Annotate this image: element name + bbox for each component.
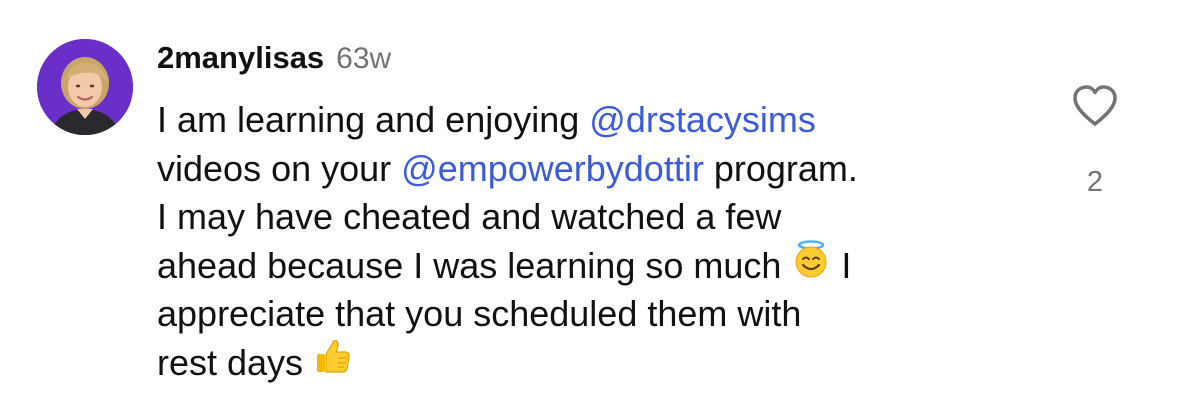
comment-text-segment: appreciate that you scheduled them with <box>157 293 802 334</box>
comment-line: I am learning and enjoying @drstacysims <box>157 96 1037 145</box>
comment-timestamp[interactable]: 63w <box>336 42 391 76</box>
comment-line: ahead because I was learning so much I <box>157 239 1037 292</box>
avatar[interactable] <box>37 39 133 135</box>
comment-text-segment: videos on your <box>157 147 402 189</box>
profile-photo <box>37 39 133 135</box>
mention-link[interactable]: @drstacysims <box>589 99 816 140</box>
comment-text: I am learning and enjoying @drstacysims v… <box>157 96 1037 387</box>
comment-text-segment: I may have cheated and watched a few <box>157 196 782 237</box>
comment-text-segment: rest days <box>157 341 314 383</box>
comment-text-segment: ahead because I was learning so much <box>157 244 792 286</box>
comment-text-segment: I <box>831 244 852 286</box>
like-area: 2 <box>1067 84 1123 199</box>
thumbs-up-emoji <box>313 336 353 389</box>
comment-text-segment: program. <box>703 147 858 189</box>
comment-line: videos on your @empowerbydottir program. <box>157 145 1037 194</box>
mention-link[interactable]: @empowerbydottir <box>401 148 704 189</box>
comment-line: I may have cheated and watched a few <box>157 193 1037 242</box>
comment-text-segment: I am learning and enjoying <box>157 99 590 140</box>
smiling-face-with-halo-emoji <box>791 239 831 292</box>
username-link[interactable]: 2manylisas <box>157 40 324 76</box>
heart-outline-icon[interactable] <box>1071 84 1119 128</box>
comment-line: appreciate that you scheduled them with <box>157 290 1037 339</box>
like-count[interactable]: 2 <box>1087 166 1103 199</box>
comment-line: rest days <box>157 339 1037 388</box>
comment-header: 2manylisas 63w <box>157 40 391 80</box>
